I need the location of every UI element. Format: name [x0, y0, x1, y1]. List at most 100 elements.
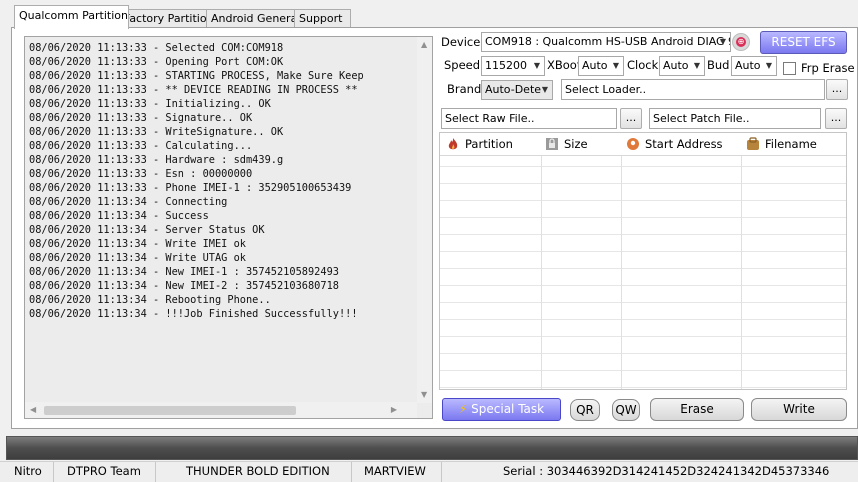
device-select[interactable]: COM918 : Qualcomm HS-USB Android DIAG 9(… — [481, 32, 731, 52]
log-line: 08/06/2020 11:13:34 - !!!Job Finished Su… — [29, 308, 358, 320]
write-button[interactable]: Write — [751, 398, 847, 421]
speed-label: Speed — [444, 58, 481, 72]
log-line: 08/06/2020 11:13:34 - Server Status OK — [29, 224, 265, 236]
log-lines: 08/06/2020 11:13:33 - Selected COM:COM91… — [29, 41, 364, 321]
bud-select[interactable]: Auto ▼ — [731, 56, 777, 76]
scroll-thumb[interactable] — [44, 406, 296, 415]
log-line: 08/06/2020 11:13:34 - Write IMEI ok — [29, 238, 246, 250]
log-line: 08/06/2020 11:13:33 - Phone IMEI-1 : 352… — [29, 182, 352, 194]
status-cell: DTPRO Team — [54, 462, 156, 482]
log-line: 08/06/2020 11:13:33 - Initializing.. OK — [29, 98, 271, 110]
patch-file-field[interactable]: Select Patch File.. — [649, 108, 821, 129]
column-label: Size — [564, 137, 588, 151]
log-horizontal-scrollbar[interactable]: ◀ ▶ — [25, 402, 417, 418]
log-line: 08/06/2020 11:13:34 - Connecting — [29, 196, 228, 208]
chevron-down-icon: ▼ — [533, 61, 540, 70]
log-vertical-scrollbar[interactable]: ▲ ▼ — [417, 37, 432, 403]
special-task-button[interactable]: ⚡ Special Task — [442, 398, 561, 421]
loader-field[interactable]: Select Loader.. — [561, 79, 825, 100]
xboot-value: Auto — [582, 59, 608, 72]
speed-value: 115200 — [485, 59, 527, 72]
frp-erase-checkbox[interactable] — [783, 62, 796, 75]
xboot-label: XBoot — [547, 58, 582, 72]
column-divider — [541, 133, 542, 389]
chevron-down-icon: ▼ — [719, 37, 726, 46]
raw-file-browse-button[interactable]: ... — [620, 108, 642, 129]
status-bar: Nitro DTPRO Team THUNDER BOLD EDITION MA… — [0, 461, 858, 482]
lock-icon — [546, 138, 558, 150]
progress-bar — [6, 436, 858, 460]
device-value: COM918 : Qualcomm HS-USB Android DIAG 9( — [485, 35, 731, 48]
log-line: 08/06/2020 11:13:34 - Rebooting Phone.. — [29, 294, 271, 306]
qr-button[interactable]: QR — [570, 399, 600, 421]
status-cell: Nitro — [0, 462, 54, 482]
tab-qualcomm-partition[interactable]: Qualcomm Partition — [14, 5, 129, 29]
log-box[interactable]: 08/06/2020 11:13:33 - Selected COM:COM91… — [24, 36, 433, 419]
target-icon: ⊕ — [736, 37, 746, 47]
clock-select[interactable]: Auto ▼ — [659, 56, 705, 76]
tab-android-general[interactable]: Android General — [206, 9, 304, 28]
log-line: 08/06/2020 11:13:33 - Esn : 00000000 — [29, 168, 253, 180]
raw-file-field[interactable]: Select Raw File.. — [441, 108, 617, 129]
log-line: 08/06/2020 11:13:33 - Calculating... — [29, 140, 253, 152]
tab-label: Android General — [211, 12, 301, 25]
bud-value: Auto — [735, 59, 761, 72]
log-line: 08/06/2020 11:13:34 - Write UTAG ok — [29, 252, 246, 264]
log-line: 08/06/2020 11:13:33 - Opening Port COM:O… — [29, 56, 284, 68]
brand-value: Auto-Dete — [485, 83, 542, 96]
scroll-right-icon[interactable]: ▶ — [391, 405, 397, 415]
log-line: 08/06/2020 11:13:34 - Success — [29, 210, 209, 222]
xboot-select[interactable]: Auto ▼ — [578, 56, 624, 76]
column-label: Start Address — [645, 137, 723, 151]
lightning-icon: ⚡ — [458, 402, 468, 416]
column-size[interactable]: Size — [545, 133, 588, 155]
column-divider — [621, 133, 622, 389]
frp-erase-label: Frp Erase — [801, 61, 855, 75]
reset-efs-button[interactable]: RESET EFS — [760, 31, 847, 54]
tab-label: Factory Partition — [124, 12, 214, 25]
refresh-ports-button[interactable]: ⊕ — [732, 33, 750, 51]
tab-label: Qualcomm Partition — [19, 9, 128, 22]
serial-status: Serial : 303446392D314241452D324241342D4… — [503, 464, 830, 478]
tab-factory-partition[interactable]: Factory Partition — [119, 9, 216, 28]
column-label: Partition — [465, 137, 513, 151]
special-task-label: Special Task — [471, 402, 545, 416]
log-line: 08/06/2020 11:13:33 - STARTING PROCESS, … — [29, 70, 364, 82]
device-label: Device — [441, 35, 481, 49]
column-start-address[interactable]: Start Address — [626, 133, 723, 155]
speed-select[interactable]: 115200 ▼ — [481, 56, 545, 76]
qw-button[interactable]: QW — [612, 399, 640, 421]
log-line: 08/06/2020 11:13:33 - Selected COM:COM91… — [29, 42, 284, 54]
brand-label: Brand — [447, 82, 482, 96]
erase-button[interactable]: Erase — [650, 398, 744, 421]
column-label: Filename — [765, 137, 817, 151]
log-line: 08/06/2020 11:13:33 - WriteSignature.. O… — [29, 126, 284, 138]
bag-icon — [747, 137, 759, 150]
patch-file-browse-button[interactable]: ... — [825, 108, 847, 129]
clock-label: Clock — [627, 58, 659, 72]
tab-label: Support — [299, 12, 343, 25]
scroll-down-icon[interactable]: ▼ — [421, 390, 427, 400]
loader-browse-button[interactable]: ... — [826, 79, 848, 100]
column-filename[interactable]: Filename — [746, 133, 817, 155]
log-line: 08/06/2020 11:13:33 - ** DEVICE READING … — [29, 84, 358, 96]
bud-label: Bud — [707, 58, 730, 72]
clock-value: Auto — [663, 59, 689, 72]
log-line: 08/06/2020 11:13:33 - Hardware : sdm439.… — [29, 154, 284, 166]
status-cell: MARTVIEW — [352, 462, 442, 482]
chevron-down-icon: ▼ — [541, 85, 548, 94]
scroll-up-icon[interactable]: ▲ — [421, 40, 427, 50]
log-line: 08/06/2020 11:13:34 - New IMEI-2 : 35745… — [29, 280, 339, 292]
status-cell: THUNDER BOLD EDITION — [156, 462, 352, 482]
location-pin-icon — [627, 138, 639, 150]
log-line: 08/06/2020 11:13:34 - New IMEI-1 : 35745… — [29, 266, 339, 278]
chevron-down-icon: ▼ — [693, 61, 700, 70]
chevron-down-icon: ▼ — [765, 61, 772, 70]
tab-support[interactable]: Support — [294, 9, 351, 28]
scroll-left-icon[interactable]: ◀ — [30, 405, 36, 415]
column-partition[interactable]: Partition — [446, 133, 513, 155]
flame-icon — [448, 138, 458, 150]
brand-select[interactable]: Auto-Dete ▼ — [481, 80, 553, 100]
partition-grid[interactable]: Partition Size Start Address Filename — [439, 132, 847, 390]
column-divider — [741, 133, 742, 389]
